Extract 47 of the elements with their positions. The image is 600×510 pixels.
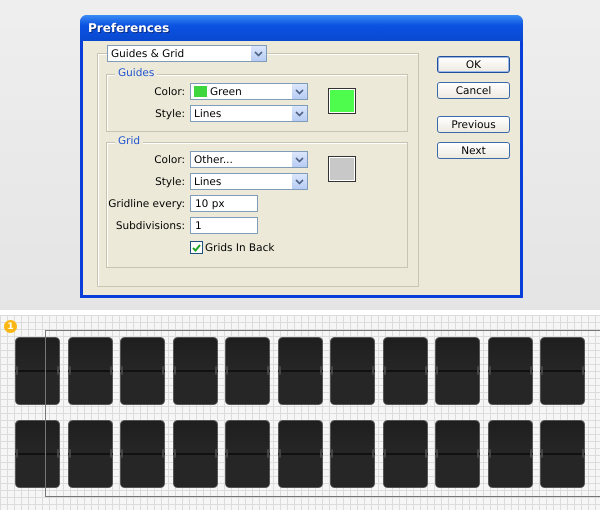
dialog-button[interactable]: Cancel (437, 82, 510, 99)
step-badge: 1 (4, 320, 17, 333)
flip-card-drawing (382, 420, 428, 488)
flip-card-drawing (172, 420, 218, 488)
flip-card-drawing (330, 337, 375, 405)
color-swatch[interactable] (328, 88, 356, 114)
field-label: Subdivisions: (114, 220, 186, 232)
flip-card-drawing (278, 337, 322, 405)
dialog-button[interactable]: OK (437, 56, 510, 73)
flip-card-drawing (540, 337, 585, 405)
field-label: Color: (153, 86, 186, 98)
flip-card-drawing (540, 420, 585, 488)
flip-card-drawing (120, 420, 165, 488)
flip-card-drawing (488, 337, 532, 405)
flip-card-drawing (330, 420, 375, 488)
section-dropdown[interactable]: Guides & Grid (107, 45, 267, 62)
input-field[interactable]: 1 (190, 217, 258, 234)
dialog-button[interactable]: Previous (437, 116, 510, 133)
checkbox[interactable] (190, 241, 203, 254)
select-field[interactable]: Green (190, 83, 308, 100)
field-label: Style: (154, 108, 186, 120)
flip-card-drawing (120, 337, 165, 405)
color-swatch[interactable] (328, 156, 356, 182)
flip-card-drawing (15, 337, 60, 405)
flip-card-drawing (68, 420, 112, 488)
flip-card-drawing (488, 420, 532, 488)
checkbox-label[interactable]: Grids In Back (203, 242, 274, 254)
input-field[interactable]: 10 px (190, 195, 258, 212)
field-label: Color: (153, 154, 186, 166)
dialog-button[interactable]: Next (437, 142, 510, 159)
flip-card-drawing (172, 337, 218, 405)
flip-card-drawing (435, 420, 480, 488)
select-field[interactable]: Lines (190, 105, 308, 122)
window-title: Preferences (88, 21, 170, 35)
flip-card-drawing (382, 337, 428, 405)
flip-card-drawing (68, 337, 112, 405)
field-label: Style: (154, 176, 186, 188)
select-field[interactable]: Lines (190, 173, 308, 190)
group-title: Grid (115, 135, 144, 147)
flip-card-drawing (278, 420, 322, 488)
flip-card-drawing (435, 337, 480, 405)
flip-card-drawing (15, 420, 60, 488)
flip-card-drawing (225, 337, 270, 405)
field-label: Gridline every: (107, 198, 186, 210)
group-title: Guides (115, 67, 158, 79)
flip-card-drawing (225, 420, 270, 488)
select-field[interactable]: Other... (190, 151, 308, 168)
